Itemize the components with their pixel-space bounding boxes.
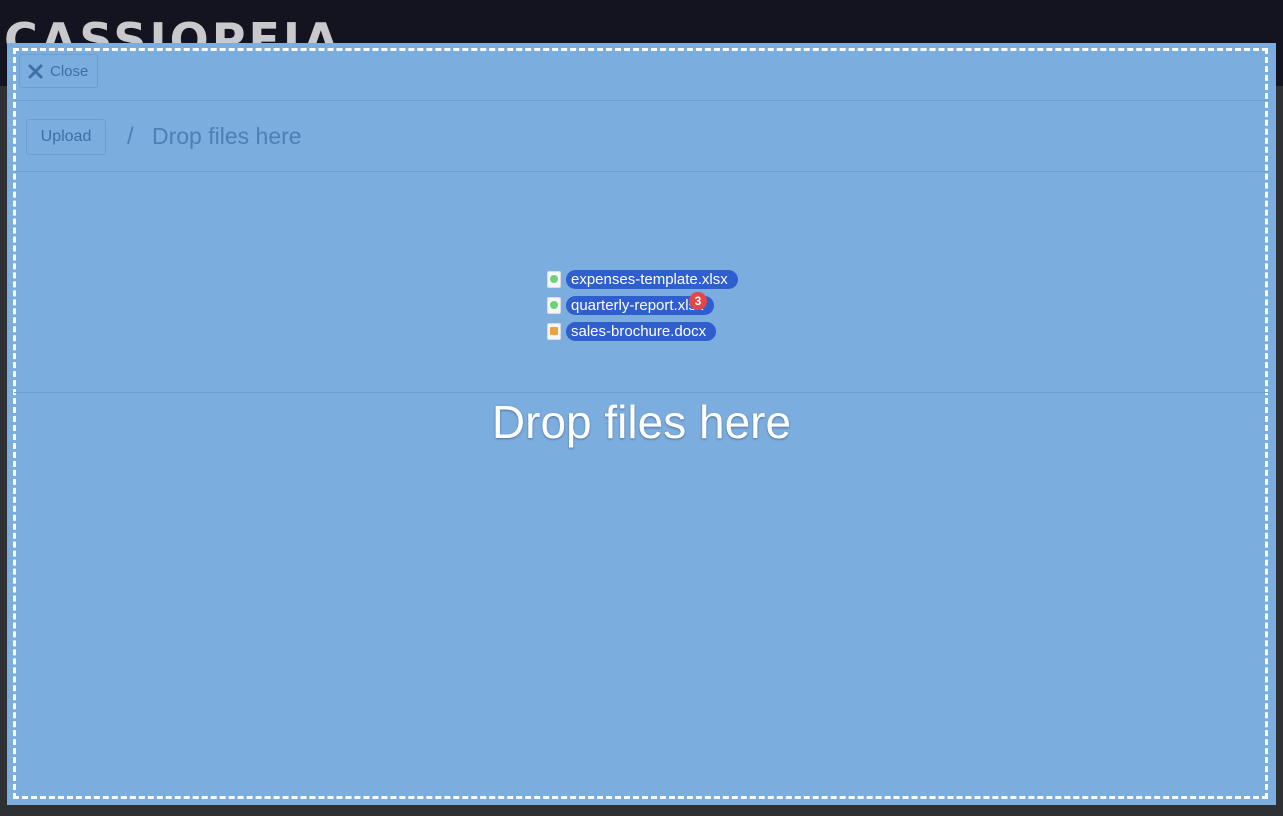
dragged-file: sales-brochure.docx (548, 321, 738, 341)
close-icon (28, 64, 43, 79)
spreadsheet-file-icon (548, 271, 560, 287)
dragged-file: expenses-template.xlsx (548, 269, 738, 289)
upload-button[interactable]: Upload (26, 119, 106, 155)
file-name: expenses-template.xlsx (566, 269, 738, 289)
breadcrumb-title: Drop files here (152, 123, 302, 149)
drop-message: Drop files here (491, 396, 792, 448)
divider (14, 171, 1269, 172)
breadcrumb-separator: / (127, 123, 134, 150)
drop-overlay[interactable]: Close Upload / Drop files here expenses-… (7, 43, 1276, 805)
close-button[interactable]: Close (19, 54, 99, 88)
divider (14, 100, 1269, 101)
file-name: sales-brochure.docx (566, 321, 717, 341)
document-file-icon (548, 323, 560, 339)
file-count-badge: 3 (689, 292, 707, 310)
dragged-files[interactable]: expenses-template.xlsx quarterly-report.… (548, 269, 738, 347)
divider (14, 392, 1269, 393)
spreadsheet-file-icon (548, 297, 560, 313)
close-label: Close (50, 62, 89, 80)
dragged-file: quarterly-report.xlsx 3 (548, 292, 738, 315)
